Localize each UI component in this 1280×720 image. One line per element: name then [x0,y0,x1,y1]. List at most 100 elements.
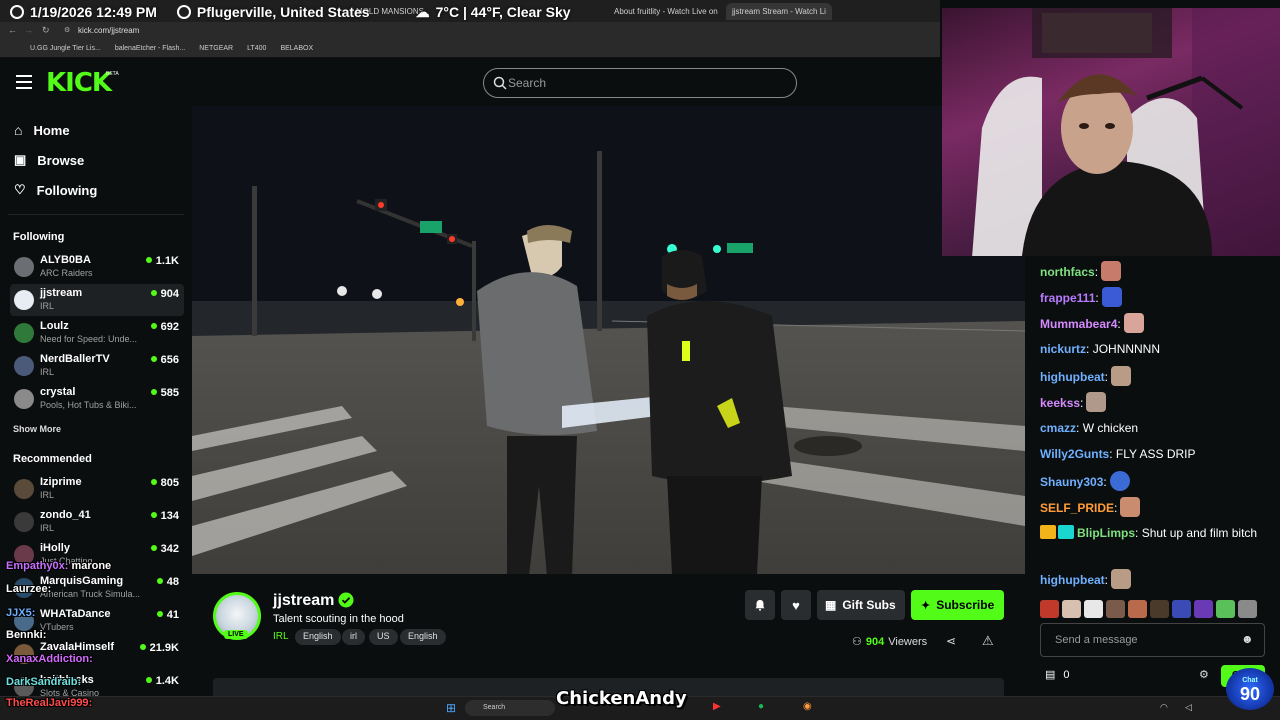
spotify-icon[interactable]: ● [758,701,764,712]
emote-icon[interactable] [1084,600,1103,618]
menu-icon[interactable] [16,75,32,89]
chat-username[interactable]: frappe111 [1040,291,1095,305]
browser-tab[interactable]: About fruitlity - Watch Live on [608,3,720,20]
viewer-count: 692 [150,321,179,333]
emote-icon[interactable] [1216,600,1235,618]
channel-name[interactable]: jjstream [273,592,334,610]
emote-icon[interactable] [1172,600,1191,618]
tag[interactable]: US [369,629,398,645]
chat-username[interactable]: SELF_PRIDE [1040,501,1114,515]
bookmark-item[interactable]: balenaEtcher - Flash... [115,45,185,52]
live-badge: LIVE [224,630,248,639]
chat-message: Shauny303: [1040,471,1270,491]
chat-username[interactable]: Mummabear4 [1040,317,1117,331]
sidebar-channel[interactable]: Loulz Need for Speed: Unde... 692 [10,317,184,349]
webcam-overlay [942,8,1280,256]
channel-name: iHolly [40,542,70,554]
subscribe-button[interactable]: ✦ Subscribe [911,590,1004,620]
avatar [14,389,34,409]
verified-icon [338,592,354,608]
viewer-number: 342 [160,543,179,555]
chat-username[interactable]: nickurtz [1040,342,1086,356]
browser-tab-active[interactable]: jjstream Stream - Watch Li [726,3,832,20]
sidebar-channel[interactable]: zondo_41 IRL 134 [10,506,184,538]
follow-button[interactable]: ♥ [781,590,811,620]
video-player[interactable] [192,106,1025,574]
emote-icon[interactable] [1106,600,1125,618]
viewer-count: 1.4K [145,675,179,687]
live-dot-icon [150,290,157,296]
chat-username[interactable]: highupbeat [1040,573,1105,587]
channel-name: zondo_41 [40,509,91,521]
overlay-chat-message: Laurzee: [6,583,52,595]
bookmark-item[interactable]: LT400 [247,45,266,52]
emote-icon[interactable] [1238,600,1257,618]
viewer-count: 656 [150,354,179,366]
chat-message: nickurtz: JOHNNNNN [1040,342,1161,356]
volume-icon[interactable]: ◁ [1185,702,1192,713]
wifi-icon[interactable]: ◠ [1160,702,1168,713]
bookmark-item[interactable]: NETGEAR [199,45,233,52]
kick-logo[interactable]: KICK [46,68,112,98]
bookmark-item[interactable]: BELABOX [280,45,313,52]
emote-icon[interactable] [1194,600,1213,618]
tag[interactable]: English [400,629,446,645]
chrome-icon[interactable]: ◉ [803,701,812,712]
home-icon: ⌂ [14,122,23,138]
bookmark-item[interactable]: U.GG Jungle Tier Lis... [30,45,101,52]
channel-category: American Truck Simula... [40,589,141,599]
gift-icon: ▦ [825,598,837,612]
sidebar-channel[interactable]: crystal Pools, Hot Tubs & Biki... 585 [10,383,184,415]
chat-text: Shut up and film bitch [1141,526,1258,540]
channel-category: IRL [40,367,55,377]
live-dot-icon [156,578,163,584]
reload-icon[interactable]: ↻ [42,25,50,36]
emote-icon[interactable] [1150,600,1169,618]
show-more-link[interactable]: Show More [13,424,61,434]
url-text[interactable]: kick.com/jjstream [78,26,139,35]
emoji-icon[interactable]: ☻ [1241,632,1254,646]
sidebar-channel[interactable]: Iziprime IRL 805 [10,473,184,505]
forward-icon[interactable]: → [24,25,33,35]
notification-button[interactable] [745,590,775,620]
cloud-icon: ☁ [415,3,430,20]
chat-username[interactable]: northfacs [1040,265,1095,279]
share-icon[interactable]: ⋖ [946,634,956,648]
chat-username[interactable]: cmazz [1040,421,1076,435]
gift-subs-label: Gift Subs [842,598,896,612]
channel-name: Iziprime [40,476,82,488]
tag[interactable]: irl [342,629,365,645]
tag[interactable]: English [295,629,341,645]
location-icon [176,5,191,19]
chat-username[interactable]: Willy2Gunts [1040,447,1109,461]
overlay-chat-message: Bennki: [6,629,47,641]
gift-subs-button[interactable]: ▦ Gift Subs [817,590,905,620]
site-info-icon[interactable]: ⚙ [64,26,70,34]
report-icon[interactable]: ⚠ [982,633,994,649]
emote-icon[interactable] [1062,600,1081,618]
windows-start-icon[interactable]: ⊞ [446,701,456,715]
sidebar-channel-selected[interactable]: jjstream IRL 904 [10,284,184,316]
back-icon[interactable]: ← [8,25,17,35]
chat-username[interactable]: keekss [1040,396,1080,410]
settings-icon[interactable]: ⚙ [1199,668,1209,681]
emote-icon[interactable] [1128,600,1147,618]
emote-icon[interactable] [1040,600,1059,618]
chat-text: JOHNNNNN [1092,342,1161,356]
stream-category[interactable]: IRL [273,631,289,642]
nav-home[interactable]: ⌂ Home [14,122,70,138]
nav-following[interactable]: ♡ Following [14,182,97,198]
sidebar-channel[interactable]: ALYB0BA ARC Raiders 1.1K [10,251,184,283]
viewer-number: 805 [160,477,179,489]
channel-points[interactable]: ▤ 0 [1045,668,1070,682]
avatar [14,512,34,532]
chat-username[interactable]: Shauny303 [1040,475,1103,489]
taskbar-search[interactable]: Search [465,700,555,716]
sidebar-channel[interactable]: NerdBallerTV IRL 656 [10,350,184,382]
live-dot-icon [139,644,146,650]
chat-text: W chicken [1082,421,1139,435]
youtube-icon[interactable]: ▶ [713,701,721,712]
nav-browse[interactable]: ▣ Browse [14,152,84,168]
chat-username[interactable]: BlipLimps [1077,526,1135,540]
chat-username[interactable]: highupbeat [1040,370,1105,384]
